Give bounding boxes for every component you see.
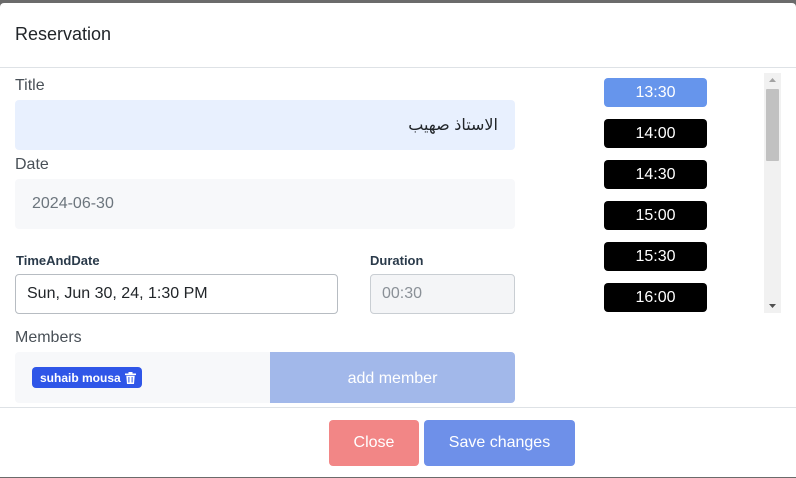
time-and-date-input[interactable] (15, 274, 338, 314)
scroll-down-arrow-icon[interactable] (764, 299, 781, 313)
scroll-up-arrow-icon[interactable] (764, 73, 781, 87)
trash-icon[interactable] (124, 371, 136, 384)
title-field[interactable] (15, 100, 515, 150)
duration-input[interactable] (370, 274, 515, 314)
time-list-scrollbar[interactable] (764, 73, 781, 313)
time-slot[interactable]: 15:30 (604, 242, 707, 271)
time-slot-selected[interactable]: 13:30 (604, 78, 707, 107)
time-slot[interactable]: 14:30 (604, 160, 707, 189)
add-member-button[interactable]: add member (270, 352, 515, 403)
reservation-modal: Reservation Title Date TimeAndDate Durat… (0, 3, 796, 477)
time-slot[interactable]: 14:00 (604, 119, 707, 148)
duration-label: Duration (370, 253, 424, 268)
modal-footer: Close Save changes (0, 407, 796, 478)
time-slot[interactable]: 16:00 (604, 283, 707, 312)
save-changes-button[interactable]: Save changes (424, 420, 575, 466)
date-field[interactable] (15, 179, 515, 229)
scroll-thumb[interactable] (766, 89, 779, 161)
time-slot[interactable]: 15:00 (604, 201, 707, 230)
time-and-date-label: TimeAndDate (16, 253, 100, 268)
time-slot-list: 13:30 14:00 14:30 15:00 15:30 16:00 (585, 73, 781, 313)
member-name: suhaib mousa (40, 370, 121, 385)
members-label: Members (15, 329, 82, 346)
modal-header: Reservation (0, 3, 796, 68)
members-box: suhaib mousa (15, 352, 270, 403)
member-chip[interactable]: suhaib mousa (32, 367, 142, 388)
close-button[interactable]: Close (329, 420, 419, 466)
date-label: Date (15, 156, 49, 173)
modal-title: Reservation (15, 24, 112, 44)
title-label: Title (15, 77, 45, 94)
